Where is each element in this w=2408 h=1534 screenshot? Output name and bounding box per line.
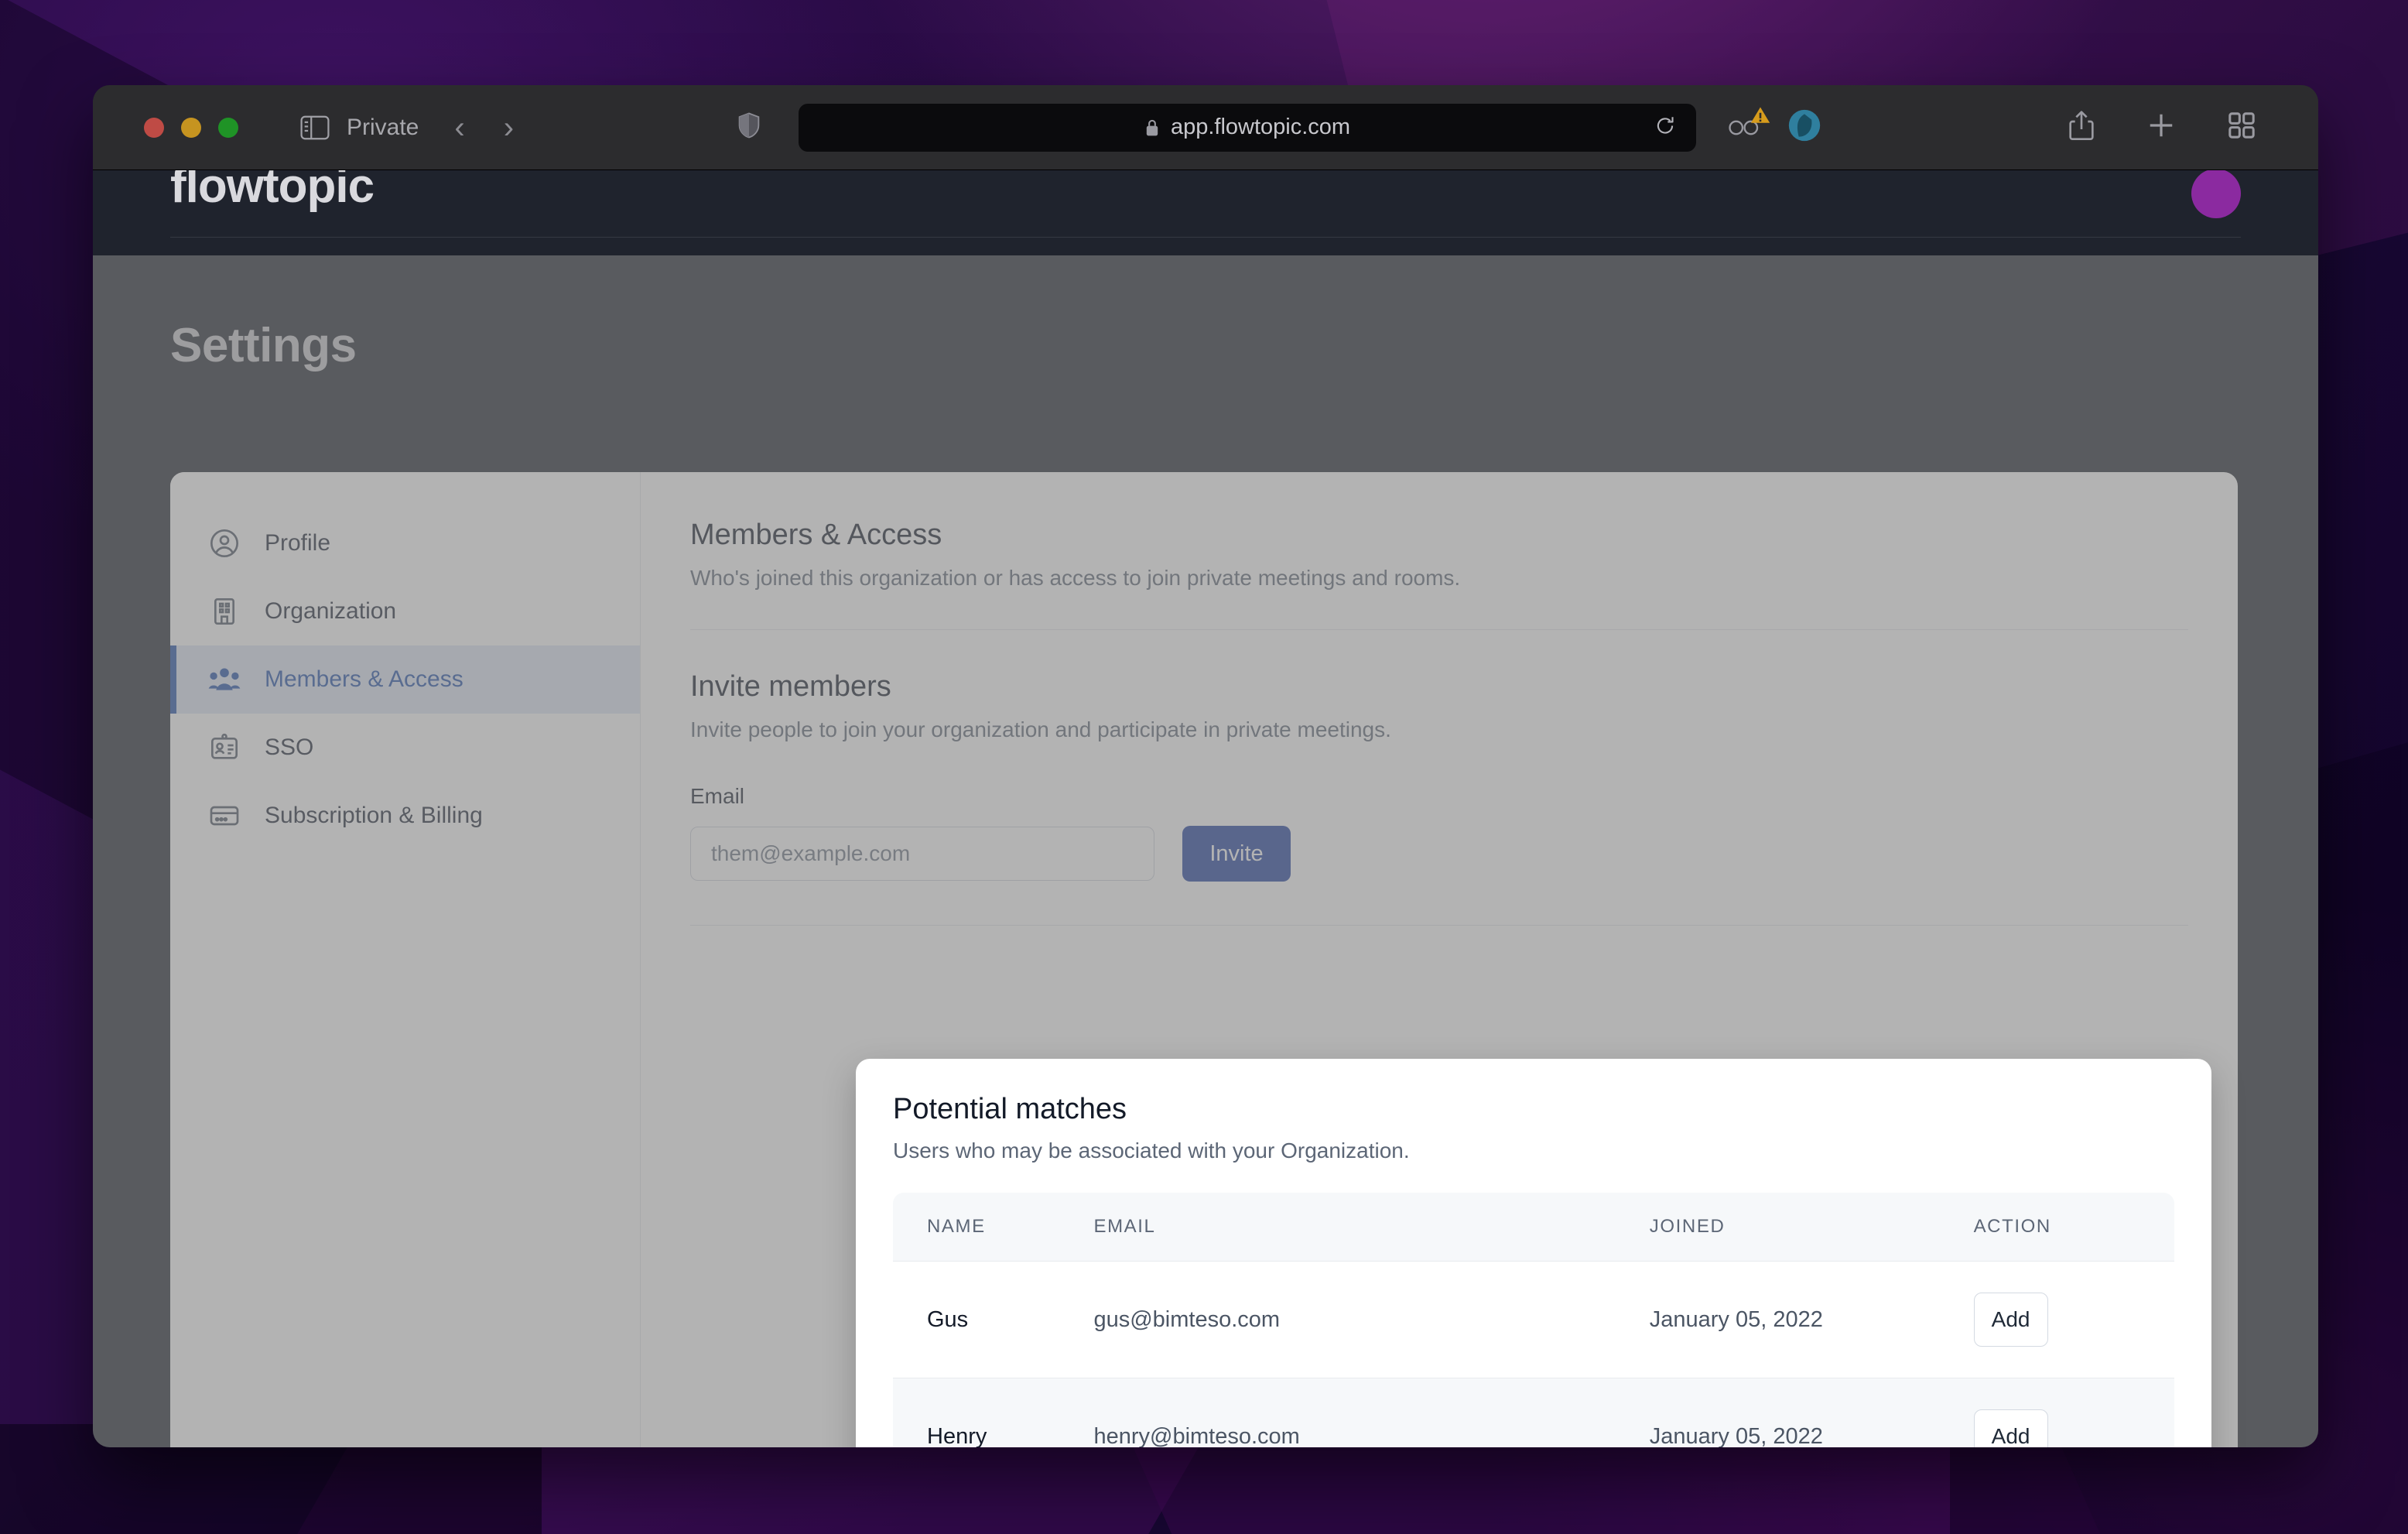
cell-name: Henry xyxy=(893,1378,1094,1447)
private-mode-label: Private xyxy=(347,114,419,140)
privacy-shield-button[interactable] xyxy=(738,112,760,142)
maximize-window-button[interactable] xyxy=(218,117,238,138)
user-avatar[interactable] xyxy=(2191,170,2241,218)
potential-matches-heading: Potential matches xyxy=(893,1093,1127,1125)
browser-toolbar: Private ‹ › app.flowtopic.com xyxy=(93,85,2318,170)
potential-matches-card: Potential matches Users who may be assoc… xyxy=(856,1059,2211,1447)
browser-window: Private ‹ › app.flowtopic.com flowtopic … xyxy=(93,85,2318,1447)
reload-button[interactable] xyxy=(1654,115,1676,140)
cell-action: Add xyxy=(1973,1378,2174,1447)
tab-overview-button[interactable] xyxy=(2227,111,2256,144)
plus-icon xyxy=(2150,114,2173,137)
dim-overlay-top xyxy=(93,255,2318,755)
address-bar[interactable]: app.flowtopic.com xyxy=(799,103,1697,152)
column-header-name: NAME xyxy=(893,1193,1094,1262)
forward-button[interactable]: › xyxy=(504,112,514,143)
brand-text: flowtopic xyxy=(170,170,375,213)
column-header-action: ACTION xyxy=(1973,1193,2174,1262)
toolbar-right-actions xyxy=(2068,110,2284,145)
add-member-button[interactable]: Add xyxy=(1973,1293,2048,1347)
column-header-joined: JOINED xyxy=(1649,1193,1974,1262)
shield-icon xyxy=(738,112,760,139)
warning-badge-icon xyxy=(1750,106,1770,123)
cell-email: gus@bimteso.com xyxy=(1093,1261,1650,1378)
url-text: app.flowtopic.com xyxy=(1170,115,1351,139)
close-window-button[interactable] xyxy=(144,117,164,138)
share-button[interactable] xyxy=(2068,110,2095,145)
table-row: Henry henry@bimteso.com January 05, 2022… xyxy=(893,1378,2174,1447)
sidebar-toggle-icon xyxy=(300,115,330,139)
cell-joined: January 05, 2022 xyxy=(1649,1378,1974,1447)
back-button[interactable]: ‹ xyxy=(454,112,464,143)
brand-logo[interactable]: flowtopic xyxy=(170,170,375,214)
cell-action: Add xyxy=(1973,1261,2174,1378)
cell-joined: January 05, 2022 xyxy=(1649,1261,1974,1378)
navigation-arrows: ‹ › xyxy=(454,112,514,143)
app-page: flowtopic Settings Profile xyxy=(93,170,2318,1447)
column-header-email: EMAIL xyxy=(1093,1193,1650,1262)
potential-matches-table: NAME EMAIL JOINED ACTION Gus gus@bimteso… xyxy=(893,1193,2174,1447)
profile-extension-icon xyxy=(1788,109,1821,142)
extension-icons xyxy=(1727,106,1821,146)
header-divider xyxy=(170,237,2241,238)
potential-matches-description: Users who may be associated with your Or… xyxy=(893,1139,1410,1162)
cell-email: henry@bimteso.com xyxy=(1093,1378,1650,1447)
reload-icon xyxy=(1657,116,1674,134)
app-header: flowtopic xyxy=(93,170,2318,237)
cell-name: Gus xyxy=(893,1261,1094,1378)
sidebar-toggle-button[interactable] xyxy=(300,115,330,140)
window-controls xyxy=(144,117,238,138)
profile-extension-button[interactable] xyxy=(1787,108,1821,146)
add-member-button[interactable]: Add xyxy=(1973,1409,2048,1447)
new-tab-button[interactable] xyxy=(2146,111,2176,144)
minimize-window-button[interactable] xyxy=(181,117,201,138)
url-text-wrapper: app.flowtopic.com xyxy=(1144,115,1350,140)
tab-overview-icon xyxy=(2228,112,2255,139)
lock-icon xyxy=(1146,119,1158,135)
extension-button[interactable] xyxy=(1727,106,1770,138)
table-header-row: NAME EMAIL JOINED ACTION xyxy=(893,1193,2174,1262)
table-row: Gus gus@bimteso.com January 05, 2022 Add xyxy=(893,1261,2174,1378)
share-icon xyxy=(2069,111,2094,140)
